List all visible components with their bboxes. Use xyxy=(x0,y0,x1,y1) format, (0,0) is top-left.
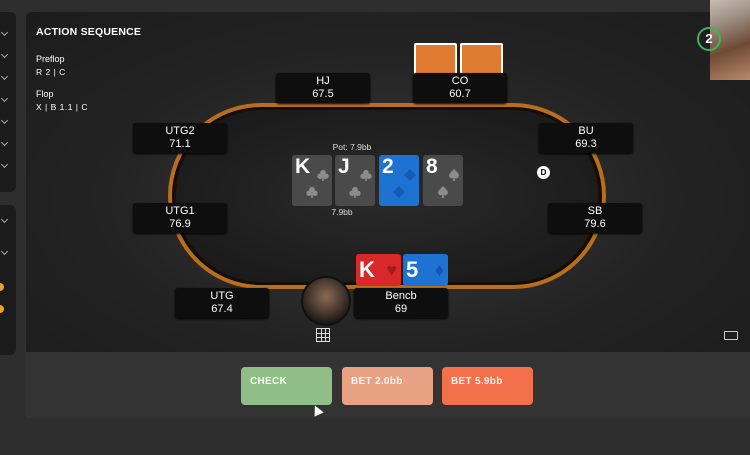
board-card: 8 xyxy=(423,155,463,206)
left-sidebar xyxy=(0,12,16,192)
seat-stack: 67.4 xyxy=(211,303,233,315)
seat-utg1[interactable]: UTG1 76.9 xyxy=(133,203,227,233)
seat-stack: 79.6 xyxy=(584,218,606,230)
seat-utg[interactable]: UTG 67.4 xyxy=(175,288,269,318)
diamond-icon xyxy=(393,186,405,198)
street-actions-preflop: R 2 | C xyxy=(36,67,66,77)
club-icon xyxy=(317,169,329,181)
chevron-icon[interactable] xyxy=(0,72,9,81)
notification-dot-icon xyxy=(0,283,4,291)
dealer-button: D xyxy=(537,166,550,179)
seat-stack: 67.5 xyxy=(312,88,334,100)
card-rank: 5 xyxy=(406,257,419,282)
chevron-icon[interactable] xyxy=(0,247,9,256)
pot-label: Pot: 7.9bb xyxy=(332,142,372,152)
notification-dot-icon xyxy=(0,305,4,313)
bet-small-button[interactable]: BET 2.0bb xyxy=(342,367,433,405)
diamond-icon xyxy=(404,169,416,181)
chevron-icon[interactable] xyxy=(0,138,9,147)
diamond-icon: ♦ xyxy=(434,260,444,280)
card-rank: K xyxy=(295,155,311,178)
chevron-icon[interactable] xyxy=(0,215,9,224)
spade-icon xyxy=(438,186,448,198)
seat-hero[interactable]: Bencb 69 xyxy=(354,288,448,318)
card-rank: 8 xyxy=(426,155,438,178)
chevron-icon[interactable] xyxy=(0,160,9,169)
action-sequence-panel: ACTION SEQUENCE Preflop R 2 | C Flop X |… xyxy=(36,26,141,112)
street-actions-flop: X | B 1.1 | C xyxy=(36,102,89,112)
street-name-flop: Flop xyxy=(36,89,54,99)
chevron-icon[interactable] xyxy=(0,28,9,37)
bet-large-button[interactable]: BET 5.9bb xyxy=(442,367,533,405)
street-name-preflop: Preflop xyxy=(36,54,65,64)
seat-stack: 69 xyxy=(394,303,408,315)
seat-stack: 71.1 xyxy=(169,138,191,150)
seat-position: UTG2 xyxy=(165,125,195,137)
pot-amount: 7.9bb xyxy=(331,207,353,217)
keyboard-icon[interactable] xyxy=(724,331,738,340)
seat-position: BU xyxy=(578,125,594,137)
card-back xyxy=(460,43,503,77)
club-icon xyxy=(349,186,361,198)
seat-utg2[interactable]: UTG2 71.1 xyxy=(133,123,227,153)
chevron-icon[interactable] xyxy=(0,116,9,125)
seat-co[interactable]: CO 60.7 xyxy=(413,73,507,103)
card-rank: K xyxy=(359,257,375,282)
card-rank: 2 xyxy=(382,155,394,178)
seat-position: HJ xyxy=(316,75,330,87)
board-card: 2 xyxy=(379,155,419,206)
chevron-icon[interactable] xyxy=(0,94,9,103)
seat-hj[interactable]: HJ 67.5 xyxy=(276,73,370,103)
action-sequence-title: ACTION SEQUENCE xyxy=(36,26,142,38)
hero-card: 5 ♦ xyxy=(403,254,448,286)
seat-bu[interactable]: BU 69.3 xyxy=(539,123,633,153)
card-back xyxy=(414,43,457,77)
timer-badge: 2 xyxy=(697,27,721,51)
seat-stack: 69.3 xyxy=(575,138,597,150)
avatar xyxy=(301,276,351,326)
board-card: K xyxy=(292,155,332,206)
spade-icon xyxy=(449,169,459,181)
board-card: J xyxy=(335,155,375,206)
check-button[interactable]: CHECK xyxy=(241,367,332,405)
seat-stack: 60.7 xyxy=(449,88,471,100)
heart-icon: ♥ xyxy=(386,260,397,280)
card-rank: J xyxy=(338,155,350,178)
grid-icon[interactable] xyxy=(316,328,330,342)
seat-position: CO xyxy=(451,75,469,87)
seat-position: SB xyxy=(587,205,603,217)
seat-position: UTG1 xyxy=(165,205,195,217)
chevron-icon[interactable] xyxy=(0,50,9,59)
seat-position: UTG xyxy=(210,290,234,302)
seat-sb[interactable]: SB 79.6 xyxy=(548,203,642,233)
club-icon xyxy=(360,169,372,181)
club-icon xyxy=(306,186,318,198)
left-sidebar-secondary xyxy=(0,205,16,355)
seat-stack: 76.9 xyxy=(169,218,191,230)
seat-player-name: Bencb xyxy=(385,290,417,302)
hero-card: K ♥ xyxy=(356,254,401,286)
